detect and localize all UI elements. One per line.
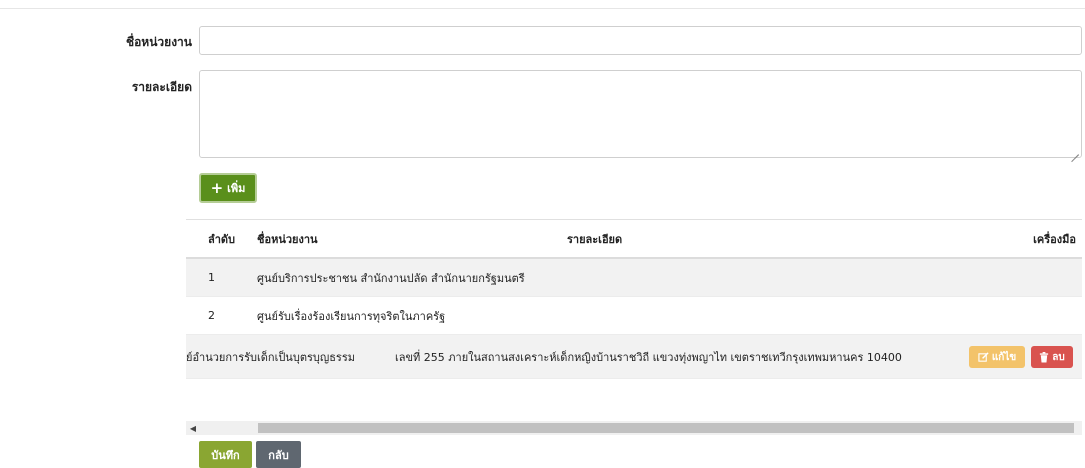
edit-button[interactable]: แก้ไข bbox=[969, 346, 1025, 368]
table-row: ย์อำนวยการรับเด็กเป็นบุตรบุญธรรม เลขที่ … bbox=[186, 335, 1082, 379]
delete-label: ลบ bbox=[1052, 351, 1065, 363]
delete-button[interactable]: ลบ bbox=[1031, 346, 1073, 368]
header-order: ลำดับ bbox=[208, 232, 236, 246]
row-order: 2 bbox=[208, 309, 215, 322]
add-button[interactable]: + เพิ่ม bbox=[199, 173, 257, 203]
top-divider bbox=[0, 8, 1085, 9]
back-button[interactable]: กลับ bbox=[256, 441, 301, 468]
row-order: 1 bbox=[208, 271, 215, 284]
detail-textarea[interactable] bbox=[199, 70, 1082, 158]
horizontal-scrollbar[interactable]: ◀ bbox=[186, 421, 1082, 435]
trash-icon bbox=[1039, 351, 1049, 363]
detail-label: รายละเอียด bbox=[131, 80, 192, 94]
name-input[interactable] bbox=[199, 26, 1082, 55]
header-tools: เครื่องมือ bbox=[1033, 232, 1076, 246]
row-name: ศูนย์บริการประชาชน สำนักงานปลัด สำนักนาย… bbox=[257, 271, 525, 285]
save-button[interactable]: บันทึก bbox=[199, 441, 252, 468]
name-label: ชื่อหน่วยงาน bbox=[125, 35, 192, 49]
scrollbar-thumb[interactable] bbox=[258, 423, 1074, 433]
header-detail: รายละเอียด bbox=[567, 232, 623, 246]
resize-handle-icon[interactable] bbox=[1071, 147, 1079, 155]
table-header: ลำดับ ชื่อหน่วยงาน รายละเอียด เครื่องมือ bbox=[186, 219, 1082, 259]
add-button-label: เพิ่ม bbox=[227, 182, 246, 195]
scroll-left-arrow-icon[interactable]: ◀ bbox=[186, 421, 200, 435]
row-name: ศูนย์รับเรื่องร้องเรียนการทุจริตในภาครัฐ bbox=[257, 309, 446, 323]
table-row: 2 ศูนย์รับเรื่องร้องเรียนการทุจริตในภาคร… bbox=[186, 297, 1082, 335]
table-row: 1 ศูนย์บริการประชาชน สำนักงานปลัด สำนักน… bbox=[186, 259, 1082, 297]
row-detail: เลขที่ 255 ภายในสถานสงเคราะห์เด็กหญิงบ้า… bbox=[395, 350, 902, 364]
plus-icon: + bbox=[210, 178, 224, 197]
header-name: ชื่อหน่วยงาน bbox=[257, 232, 318, 246]
units-table: ลำดับ ชื่อหน่วยงาน รายละเอียด เครื่องมือ… bbox=[186, 219, 1082, 409]
row-name: ย์อำนวยการรับเด็กเป็นบุตรบุญธรรม bbox=[186, 350, 356, 364]
edit-icon bbox=[978, 351, 989, 363]
edit-label: แก้ไข bbox=[991, 351, 1017, 363]
